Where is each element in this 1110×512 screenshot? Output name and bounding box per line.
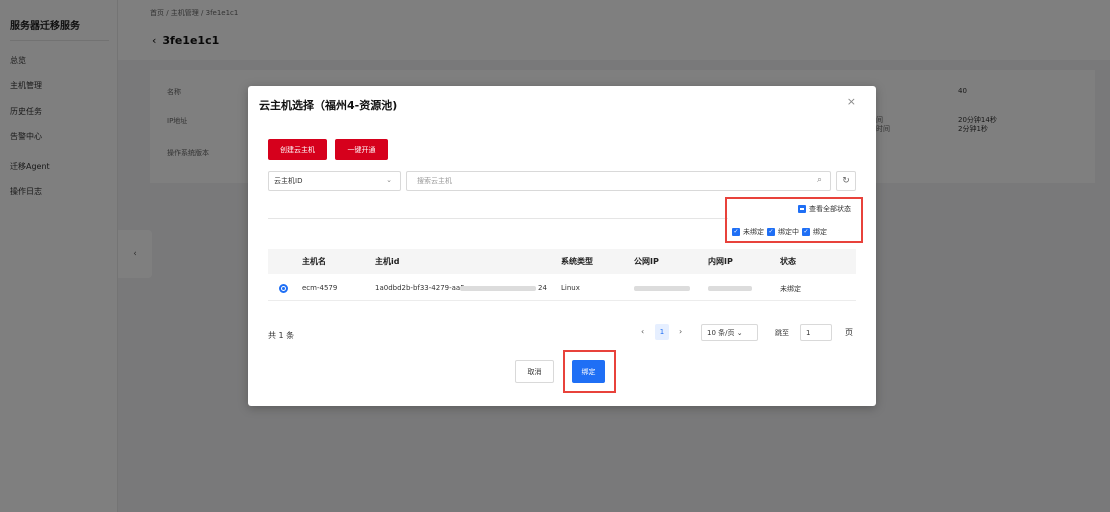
search-field-select[interactable]: 云主机ID ⌄ [268, 171, 401, 191]
page-number-1[interactable]: 1 [655, 324, 669, 340]
cell-hostname: ecm-4579 [302, 284, 338, 292]
column-header-public-ip: 公网IP [634, 257, 659, 266]
checkbox-label-bound: 绑定 [813, 228, 827, 236]
checkbox-bound[interactable]: ✓ [802, 228, 810, 236]
close-icon[interactable]: × [847, 95, 856, 108]
column-header-host-id: 主机id [375, 257, 400, 266]
search-placeholder: 搜索云主机 [417, 177, 452, 185]
select-value: 云主机ID [274, 177, 303, 185]
checkbox-label-unbound: 未绑定 [743, 228, 764, 236]
cell-host-id-suffix: 24 [538, 284, 547, 292]
checkbox-label-binding: 绑定中 [778, 228, 799, 236]
table-header: 主机名 主机id 系统类型 公网IP 内网IP 状态 [268, 249, 856, 274]
modal-title: 云主机选择（福州4-资源池) [259, 99, 398, 112]
status-checkbox-group: ✓ 未绑定 ✓ 绑定中 ✓ 绑定 [732, 227, 827, 237]
check-all-status[interactable]: 查看全部状态 [798, 204, 851, 214]
next-page-icon[interactable]: › [679, 327, 682, 336]
column-header-os-type: 系统类型 [561, 257, 593, 266]
redacted-public-ip [634, 286, 690, 291]
jump-page-input[interactable]: 1 [800, 324, 832, 341]
checkbox-binding[interactable]: ✓ [767, 228, 775, 236]
column-header-hostname: 主机名 [302, 257, 326, 266]
cloud-host-select-modal: 云主机选择（福州4-资源池) × 创建云主机 一键开通 云主机ID ⌄ 搜索云主… [248, 86, 876, 406]
create-cloud-host-button[interactable]: 创建云主机 [268, 139, 327, 160]
bind-button[interactable]: 绑定 [572, 360, 605, 383]
cancel-button[interactable]: 取消 [515, 360, 554, 383]
total-count: 共 1 条 [268, 331, 295, 340]
cell-status: 未绑定 [780, 285, 801, 293]
indeterminate-checkbox-icon[interactable] [798, 205, 806, 213]
status-filter-highlight: 查看全部状态 ✓ 未绑定 ✓ 绑定中 ✓ 绑定 [725, 197, 863, 243]
prev-page-icon[interactable]: ‹ [641, 327, 644, 336]
toolbar-divider [268, 218, 728, 219]
row-radio[interactable] [279, 284, 288, 293]
checkbox-unbound[interactable]: ✓ [732, 228, 740, 236]
check-all-label: 查看全部状态 [809, 205, 851, 213]
page-size-select[interactable]: 10 条/页 ⌄ [701, 324, 758, 341]
cell-os-type: Linux [561, 284, 580, 292]
jump-to-label: 跳至 [775, 329, 789, 337]
column-header-status: 状态 [780, 257, 796, 266]
refresh-icon: ↻ [842, 176, 850, 186]
cell-host-id-prefix: 1a0dbd2b-bf33-4279-aa5 [375, 284, 465, 292]
one-click-activate-button[interactable]: 一键开通 [335, 139, 388, 160]
search-icon[interactable]: ⌕ [817, 175, 822, 185]
column-header-private-ip: 内网IP [708, 257, 733, 266]
table-row[interactable]: ecm-4579 1a0dbd2b-bf33-4279-aa5 24 Linux… [268, 276, 856, 301]
search-input[interactable]: 搜索云主机 ⌕ [406, 171, 831, 191]
redacted-private-ip [708, 286, 752, 291]
redacted-id-segment [460, 286, 536, 291]
page-unit-label: 页 [845, 328, 853, 337]
chevron-down-icon: ⌄ [386, 176, 392, 184]
refresh-button[interactable]: ↻ [836, 171, 856, 191]
